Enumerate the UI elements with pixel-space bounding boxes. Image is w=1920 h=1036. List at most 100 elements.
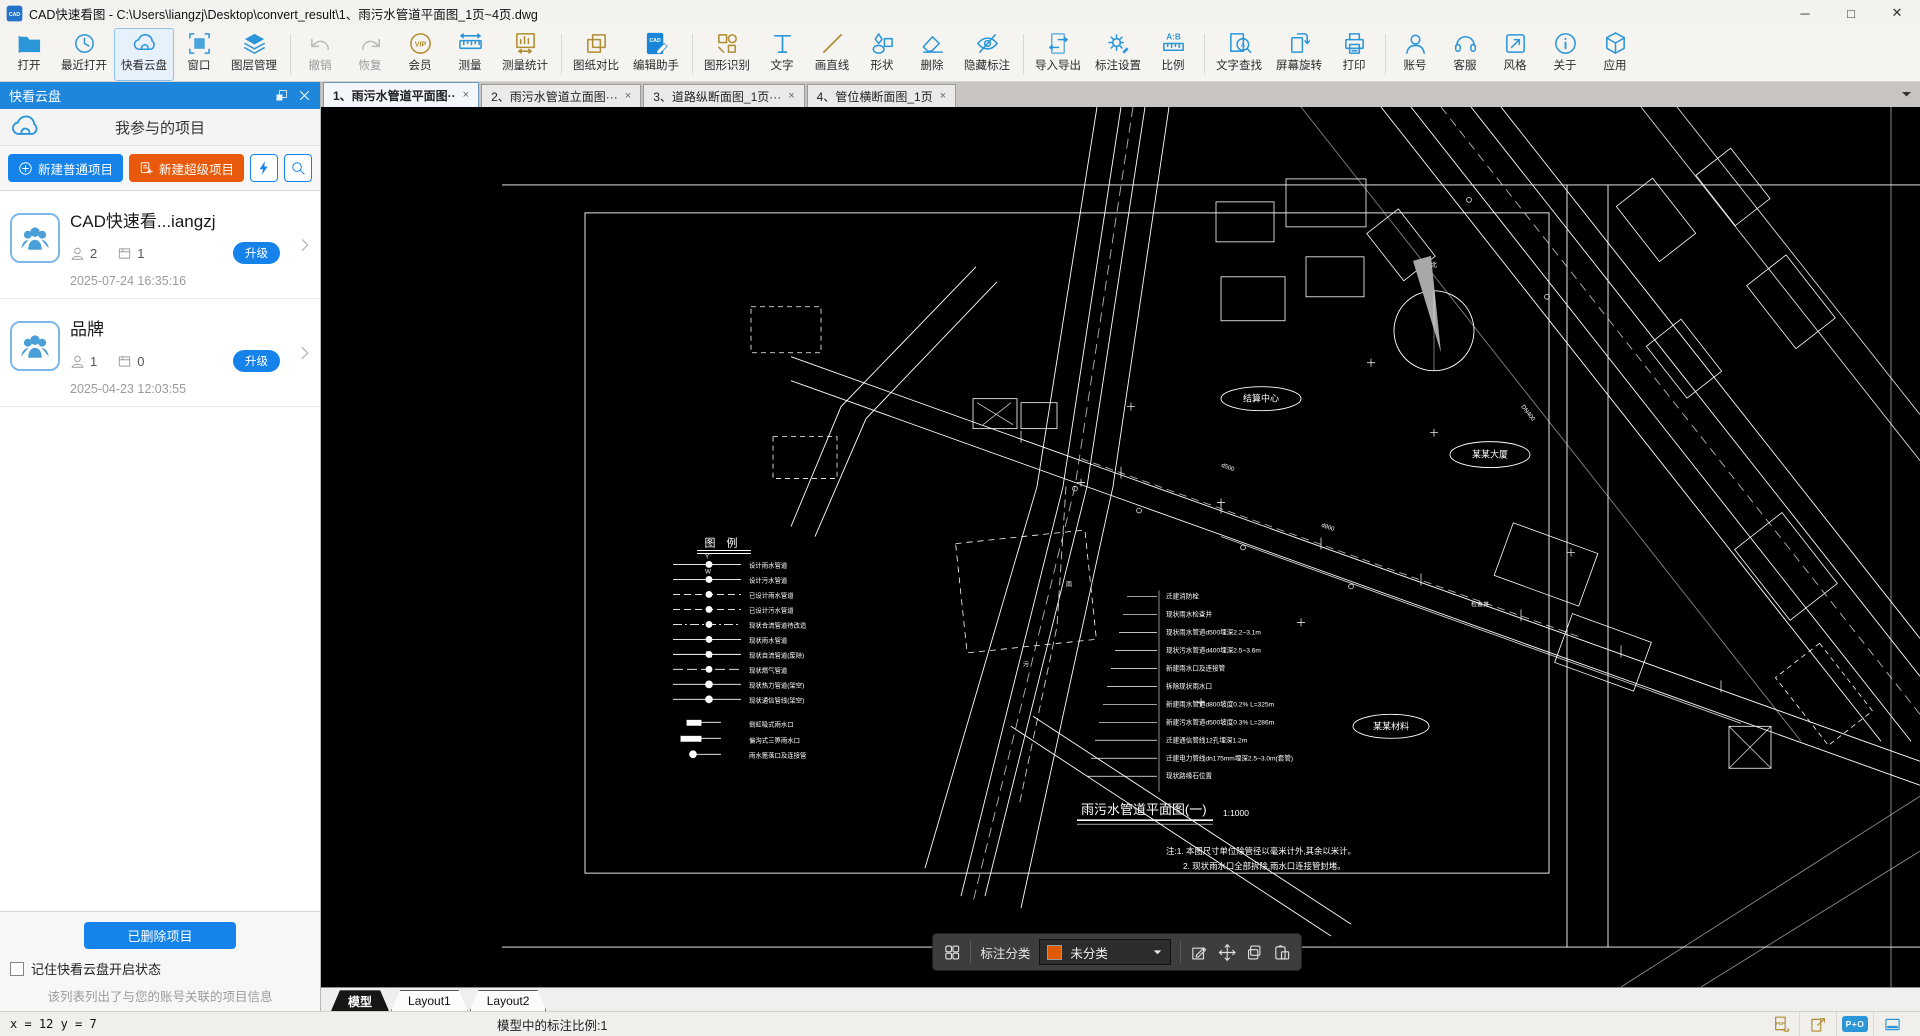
file-s-icon: [117, 354, 132, 369]
annotation-category-select[interactable]: 未分类: [1039, 939, 1172, 965]
people-icon: [18, 329, 52, 363]
clip-icon[interactable]: [1273, 942, 1291, 963]
document-tab[interactable]: 1、雨污水管道平面图·· ×: [323, 82, 480, 107]
document-tab[interactable]: 2、雨污水管道立面图··· ×: [481, 84, 642, 107]
svg-text:现状雨水检查井: 现状雨水检查井: [1166, 609, 1212, 618]
project-row[interactable]: CAD快速看...iangzj 2 1 升级 2025-07-24 16:35:…: [0, 191, 320, 299]
document-tab[interactable]: 4、管位横断面图_1页 ×: [806, 84, 957, 107]
tab-close-icon[interactable]: ×: [788, 90, 794, 102]
toolbar-button[interactable]: 账号: [1385, 28, 1440, 81]
toolbar-button[interactable]: 打印: [1329, 28, 1379, 81]
about-icon: [1553, 31, 1578, 56]
upgrade-badge[interactable]: 升级: [233, 242, 280, 264]
eraser-icon: [920, 31, 945, 56]
svg-text:d500: d500: [1220, 463, 1235, 473]
svg-text:雨水篦落口及连接管: 雨水篦落口及连接管: [749, 750, 806, 759]
closex-icon[interactable]: [298, 89, 311, 102]
tab-close-icon[interactable]: ×: [940, 90, 946, 102]
project-row[interactable]: 品牌 1 0 升级 2025-04-23 12:03:55: [0, 299, 320, 407]
redo-icon: [358, 31, 383, 56]
po-badge: P+O: [1841, 1016, 1869, 1032]
grid4-icon[interactable]: [943, 942, 961, 963]
minimize-button[interactable]: ─: [1782, 0, 1828, 26]
drawing-notes: 注:1. 本图尺寸单位除管径以毫米计外,其余以米计。 2. 现状雨水口全部拆除,…: [1166, 846, 1356, 871]
chev-icon[interactable]: [298, 343, 312, 363]
svg-text:新建雨水管道d800坡度0.2% L=325m: 新建雨水管道d800坡度0.2% L=325m: [1166, 699, 1275, 708]
toolbar-button[interactable]: 恢复: [345, 28, 395, 81]
toolbar-button[interactable]: 删除: [907, 28, 957, 81]
cad-canvas[interactable]: 结算中心 某某大厦 某某材料 图 例 Y 设计雨水管道 W 设计污水管道 已设计雨水…: [321, 107, 1920, 987]
toolbar-button[interactable]: 最近打开: [54, 28, 114, 81]
user-s-icon: [70, 246, 85, 261]
svg-text:检查井: 检查井: [1471, 600, 1489, 608]
close-button[interactable]: ✕: [1874, 0, 1920, 26]
toolbar-button[interactable]: 打开: [4, 28, 54, 81]
toolbar-button[interactable]: 画直线: [807, 28, 857, 81]
svg-text:CAD: CAD: [649, 38, 661, 44]
annotation-scale-info: 模型中的标注比例:1: [497, 1018, 608, 1033]
project-date: 2025-07-24 16:35:16: [70, 274, 187, 288]
copy2-icon[interactable]: [1245, 942, 1263, 963]
toolbar-button[interactable]: 形状: [857, 28, 907, 81]
upgrade-badge[interactable]: 升级: [233, 350, 280, 372]
toolbar-button[interactable]: 图纸对比: [561, 28, 626, 81]
undo-icon: [308, 31, 333, 56]
toolbar-button[interactable]: 标注设置: [1088, 28, 1148, 81]
toolbar-button[interactable]: 测量: [445, 28, 495, 81]
chev-icon[interactable]: [298, 235, 312, 255]
toolbar-button[interactable]: 应用: [1590, 28, 1640, 81]
tab-close-icon[interactable]: ×: [463, 89, 469, 101]
float-icon[interactable]: [275, 89, 288, 102]
tab-close-icon[interactable]: ×: [625, 90, 631, 102]
search-icon: [290, 160, 306, 176]
toolbar-button[interactable]: 快看云盘: [114, 28, 174, 81]
move-icon[interactable]: [1218, 942, 1236, 963]
toolbar-button[interactable]: 隐藏标注: [957, 28, 1017, 81]
edit-icon[interactable]: [1190, 942, 1208, 963]
print-icon: [1342, 31, 1367, 56]
svg-text:W: W: [705, 568, 711, 575]
project-list: CAD快速看...iangzj 2 1 升级 2025-07-24 16:35:…: [0, 190, 320, 912]
text-search-icon: A: [1227, 31, 1252, 56]
cloud-icon: [10, 112, 40, 142]
toolbar-button[interactable]: 风格: [1490, 28, 1540, 81]
svg-text:偏沟式三箅雨水口: 偏沟式三箅雨水口: [749, 735, 800, 744]
winmini-icon: [1883, 1015, 1902, 1034]
toolbar-button[interactable]: 图层管理: [224, 28, 284, 81]
search-project-button[interactable]: [284, 154, 312, 182]
import-export-icon: [1046, 31, 1071, 56]
line-icon: [820, 31, 845, 56]
toolbar-button[interactable]: A:B 比例: [1148, 28, 1198, 81]
toolbar-button[interactable]: 文字: [757, 28, 807, 81]
toolbar-button[interactable]: 图形识别: [692, 28, 757, 81]
toolbar-button[interactable]: 关于: [1540, 28, 1590, 81]
toolbar-button[interactable]: CAD 编辑助手: [626, 28, 686, 81]
deleted-projects-button[interactable]: 已删除项目: [84, 922, 236, 949]
toolbar-button[interactable]: A 文字查找: [1204, 28, 1269, 81]
layout-tab[interactable]: Layout1: [391, 990, 468, 1011]
shapes-icon: [870, 31, 895, 56]
toolbar-button[interactable]: 窗口: [174, 28, 224, 81]
layout-tab[interactable]: Layout2: [470, 990, 547, 1011]
document-tab[interactable]: 3、道路纵断面图_1页··· ×: [643, 84, 805, 107]
svg-text:某某大厦: 某某大厦: [1472, 449, 1508, 460]
vip-icon: VIP: [408, 31, 433, 56]
selected-category: 未分类: [1070, 946, 1108, 961]
new-normal-project-button[interactable]: 新建普通项目: [8, 154, 123, 182]
quick-sync-button[interactable]: [250, 154, 278, 182]
toolbar-button[interactable]: 导入导出: [1023, 28, 1088, 81]
caret-icon[interactable]: [1900, 88, 1913, 101]
toolbar-button[interactable]: 客服: [1440, 28, 1490, 81]
remember-checkbox[interactable]: [10, 961, 24, 976]
maximize-button[interactable]: □: [1828, 0, 1874, 26]
toolbar-button[interactable]: VIP 会员: [395, 28, 445, 81]
toolbar-button[interactable]: 撤销: [290, 28, 345, 81]
remember-label: 记住快看云盘开启状态: [31, 962, 162, 977]
layout-tab[interactable]: 模型: [331, 990, 389, 1011]
toolbar-button[interactable]: 屏幕旋转: [1269, 28, 1329, 81]
svg-text:迁建电力管线dn175mm埋深2.5~3.0m(套管): 迁建电力管线dn175mm埋深2.5~3.0m(套管): [1166, 753, 1293, 762]
toolbar-button[interactable]: 测量统计: [495, 28, 555, 81]
new-super-project-button[interactable]: 新建超级项目: [129, 154, 244, 182]
svg-text:现状雨水管道d500埋深2.2~3.1m: 现状雨水管道d500埋深2.2~3.1m: [1166, 627, 1261, 636]
legend: 图 例 Y 设计雨水管道 W 设计污水管道 已设计雨水管道 已设计污水管道 现状合流…: [673, 536, 807, 759]
